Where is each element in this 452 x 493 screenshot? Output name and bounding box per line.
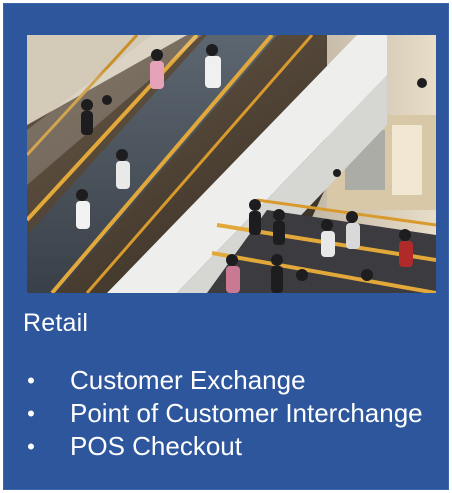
escalator-mall-photo: [27, 35, 436, 293]
list-item-label: Point of Customer Interchange: [70, 398, 423, 428]
bullet-icon: •: [27, 434, 35, 459]
bullet-icon: •: [27, 401, 35, 426]
section-title: Retail: [23, 309, 89, 337]
retail-card: Retail • Customer Exchange • Point of Cu…: [3, 3, 449, 490]
bullet-icon: •: [27, 368, 35, 393]
list-item-label: Customer Exchange: [70, 365, 306, 395]
list-item-label: POS Checkout: [70, 431, 242, 461]
